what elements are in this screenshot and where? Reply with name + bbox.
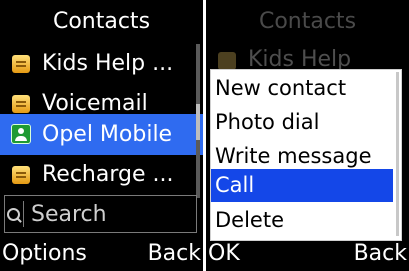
- search-divider: [23, 201, 24, 227]
- screen-title: Contacts: [52, 9, 151, 34]
- search-icon: [7, 208, 20, 221]
- options-softkey[interactable]: Options: [2, 239, 87, 269]
- contact-card-icon: [12, 55, 30, 73]
- contact-card-icon: [12, 95, 30, 113]
- ok-softkey[interactable]: OK: [208, 239, 240, 269]
- contact-card-icon: [218, 52, 236, 70]
- contact-item-selected[interactable]: Opel Mobile: [0, 114, 203, 155]
- back-softkey[interactable]: Back: [354, 239, 407, 269]
- menu-item-delete[interactable]: Delete: [211, 204, 393, 237]
- contacts-options-screen: Contacts Kids Help New contact Photo dia…: [206, 0, 409, 271]
- person-icon: [11, 124, 31, 144]
- menu-item-call[interactable]: Call: [211, 169, 393, 202]
- search-box[interactable]: [4, 195, 197, 233]
- menu-item-photo-dial[interactable]: Photo dial: [211, 106, 393, 139]
- contact-item[interactable]: Recharge ...: [0, 155, 203, 195]
- contact-name: Opel Mobile: [42, 122, 173, 147]
- options-menu: New contact Photo dial Write message Cal…: [210, 69, 402, 241]
- screen-title: Contacts: [258, 9, 357, 34]
- menu-item-new-contact[interactable]: New contact: [211, 72, 393, 105]
- search-input[interactable]: [27, 198, 195, 230]
- back-softkey[interactable]: Back: [148, 239, 201, 269]
- scrollbar-thumb[interactable]: [196, 104, 200, 140]
- contact-item[interactable]: Kids Help ...: [0, 44, 203, 84]
- contact-name: Recharge ...: [42, 162, 174, 187]
- contact-name: Kids Help ...: [42, 51, 174, 76]
- contact-card-icon: [12, 166, 30, 184]
- contacts-screen: Contacts Kids Help ... Voicemail Opel Mo…: [0, 0, 203, 271]
- menu-scrollbar[interactable]: [396, 72, 399, 236]
- scrollbar[interactable]: [196, 44, 200, 198]
